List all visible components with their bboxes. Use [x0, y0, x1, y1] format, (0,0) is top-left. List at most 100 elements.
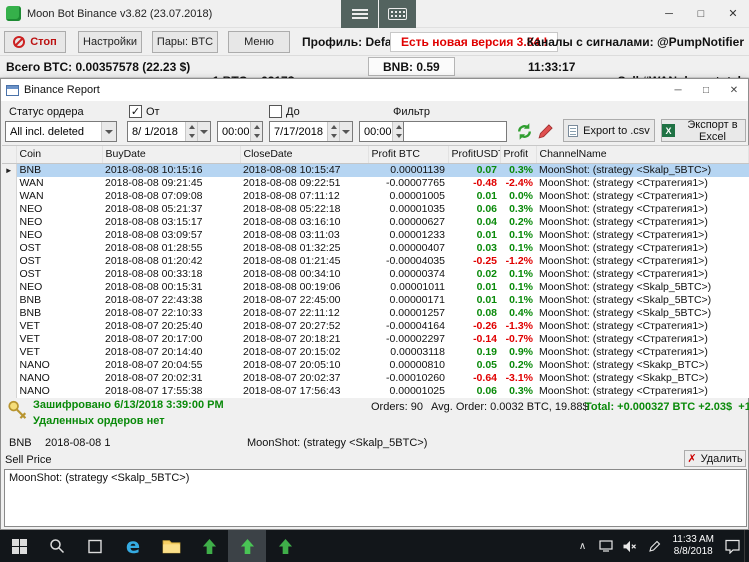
table-row[interactable]: BNB 2018-08-07 22:43:38 2018-08-07 22:45:0…: [2, 293, 749, 307]
start-button[interactable]: [0, 530, 38, 562]
maximize-icon[interactable]: □: [685, 0, 717, 28]
from-checkbox-box[interactable]: ✓: [129, 105, 142, 118]
file-explorer-button[interactable]: [152, 530, 190, 562]
cell-channel: MoonShot: (strategy <Стратегия1>): [536, 215, 749, 229]
dialog-minimize-icon[interactable]: ─: [664, 79, 692, 101]
app-green-arrow-button-1[interactable]: [190, 530, 228, 562]
row-indicator: [2, 215, 17, 229]
from-date-spinner[interactable]: [185, 122, 197, 141]
table-row[interactable]: NEO 2018-08-08 00:15:31 2018-08-08 00:19:0…: [2, 280, 749, 294]
table-row[interactable]: NANO 2018-08-07 20:02:31 2018-08-07 20:02:…: [2, 371, 749, 385]
table-row[interactable]: NANO 2018-08-07 20:04:55 2018-08-07 20:05:…: [2, 358, 749, 372]
column-header-profitusdt[interactable]: ProfitUSDT: [448, 146, 501, 164]
table-row[interactable]: OST 2018-08-08 01:20:42 2018-08-08 01:21:4…: [2, 254, 749, 268]
report-grid: Coin BuyDate CloseDate Profit BTC ProfitUSDT…: [2, 145, 749, 398]
from-time-spinner[interactable]: [250, 122, 262, 141]
table-row[interactable]: VET 2018-08-07 20:25:40 2018-08-07 20:27:5…: [2, 319, 749, 333]
task-view-button[interactable]: [76, 530, 114, 562]
taskbar-clock[interactable]: 11:33 AM 8/8/2018: [666, 534, 720, 558]
orders-count: Orders: 90: [371, 401, 423, 413]
table-row[interactable]: NEO 2018-08-08 03:09:57 2018-08-08 03:11:0…: [2, 228, 749, 242]
order-status-select[interactable]: All incl. deleted: [5, 121, 117, 142]
to-date-spinner[interactable]: [327, 122, 339, 141]
menu-button[interactable]: Меню: [228, 31, 290, 53]
hidden-icons-chevron-icon[interactable]: ∧: [570, 530, 594, 562]
cell-usdt: 0.01: [448, 189, 500, 203]
cell-channel: MoonShot: (strategy <Skakp_BTC>): [536, 358, 749, 372]
cell-channel: MoonShot: (strategy <Skalp_5BTC>): [536, 280, 749, 294]
clock-label: 11:33:17: [528, 60, 576, 74]
delete-order-button[interactable]: ✗ Удалить: [684, 450, 746, 467]
table-row[interactable]: VET 2018-08-07 20:17:00 2018-08-07 20:18:2…: [2, 332, 749, 346]
table-row[interactable]: NEO 2018-08-08 05:21:37 2018-08-08 05:22:1…: [2, 202, 749, 216]
display-tray-icon[interactable]: [594, 530, 618, 562]
stop-button[interactable]: Стоп: [4, 31, 66, 53]
table-row[interactable]: NEO 2018-08-08 03:15:17 2018-08-08 03:16:1…: [2, 215, 749, 229]
dialog-close-icon[interactable]: ✕: [720, 79, 748, 101]
cell-buy: 2018-08-07 22:10:33: [102, 306, 240, 320]
cell-close: 2018-08-07 22:11:12: [240, 306, 368, 320]
column-header-closedate[interactable]: CloseDate: [240, 146, 369, 164]
table-row[interactable]: WAN 2018-08-08 09:21:45 2018-08-08 09:22:5…: [2, 176, 749, 190]
hamburger-icon: [351, 7, 368, 21]
export-csv-button[interactable]: Export to .csv: [563, 119, 655, 142]
dialog-maximize-icon[interactable]: □: [692, 79, 720, 101]
show-desktop-button[interactable]: [744, 530, 749, 562]
table-row[interactable]: OST 2018-08-08 01:28:55 2018-08-08 01:32:2…: [2, 241, 749, 255]
row-indicator: [2, 189, 17, 203]
settings-button[interactable]: Настройки: [78, 31, 142, 53]
to-date-calendar-icon[interactable]: [339, 122, 352, 141]
cell-close: 2018-08-08 10:15:47: [240, 163, 368, 177]
cell-coin: NEO: [16, 215, 102, 229]
row-indicator: [2, 371, 17, 385]
table-row[interactable]: NANO 2018-08-07 17:55:38 2018-08-07 17:56:…: [2, 384, 749, 398]
cell-coin: BNB: [16, 293, 102, 307]
cell-pct: 0.4%: [500, 306, 536, 320]
edit-pencil-icon[interactable]: [535, 121, 555, 141]
pairs-button[interactable]: Пары: BTC: [152, 31, 218, 53]
refresh-icon[interactable]: [514, 121, 534, 141]
column-header-coin[interactable]: Coin: [16, 146, 103, 164]
action-center-button[interactable]: [720, 530, 744, 562]
column-header-profit[interactable]: Profit: [500, 146, 537, 164]
search-button[interactable]: [38, 530, 76, 562]
row-indicator: [2, 319, 17, 333]
to-checkbox[interactable]: До: [269, 105, 300, 118]
from-checkbox[interactable]: ✓ От: [129, 105, 160, 118]
binance-report-dialog: Binance Report ─ □ ✕ Статус ордера ✓ От …: [0, 78, 749, 530]
column-header-profit-btc[interactable]: Profit BTC: [368, 146, 449, 164]
table-header-row: Coin BuyDate CloseDate Profit BTC ProfitUSDT…: [2, 146, 749, 164]
cell-buy: 2018-08-07 20:17:00: [102, 332, 240, 346]
app-green-arrow-button-3[interactable]: [266, 530, 304, 562]
cell-pct: 0.0%: [500, 189, 536, 203]
column-header-channelname[interactable]: ChannelName: [536, 146, 749, 164]
pen-tray-icon[interactable]: [642, 530, 666, 562]
order-note-box[interactable]: MoonShot: (strategy <Skalp_5BTC>): [4, 469, 747, 527]
table-row[interactable]: BNB 2018-08-07 22:10:33 2018-08-07 22:11:1…: [2, 306, 749, 320]
volume-muted-icon[interactable]: [618, 530, 642, 562]
close-icon[interactable]: ✕: [717, 0, 749, 28]
edge-browser-button[interactable]: e: [114, 530, 152, 562]
to-date-picker[interactable]: 7/17/2018: [269, 121, 353, 142]
from-time-picker[interactable]: 00:00: [217, 121, 263, 142]
report-table-body: ► BNB 2018-08-08 10:15:16 2018-08-08 10:15:…: [2, 163, 749, 398]
from-date-calendar-icon[interactable]: [197, 122, 210, 141]
from-date-picker[interactable]: 8/ 1/2018: [127, 121, 211, 142]
minimize-icon[interactable]: ─: [653, 0, 685, 28]
cell-pct: -1.3%: [500, 319, 536, 333]
table-row[interactable]: WAN 2018-08-08 07:09:08 2018-08-08 07:11:1…: [2, 189, 749, 203]
filter-input[interactable]: [403, 121, 507, 142]
column-header-buydate[interactable]: BuyDate: [102, 146, 241, 164]
app-green-arrow-button-2-active[interactable]: [228, 530, 266, 562]
to-checkbox-box[interactable]: [269, 105, 282, 118]
cell-buy: 2018-08-08 03:15:17: [102, 215, 240, 229]
keyboard-button[interactable]: [379, 0, 416, 28]
to-time-picker[interactable]: 00:00: [359, 121, 405, 142]
table-row[interactable]: OST 2018-08-08 00:33:18 2018-08-08 00:34:1…: [2, 267, 749, 281]
hamburger-menu-button[interactable]: [341, 0, 378, 28]
export-excel-button[interactable]: X Экспорт в Excel: [661, 119, 746, 143]
table-row[interactable]: VET 2018-08-07 20:14:40 2018-08-07 20:15:0…: [2, 345, 749, 359]
bnb-balance-chip[interactable]: BNB: 0.59: [368, 57, 455, 76]
table-row[interactable]: ► BNB 2018-08-08 10:15:16 2018-08-08 10:15:…: [2, 163, 749, 177]
cell-usdt: 0.01: [448, 293, 500, 307]
